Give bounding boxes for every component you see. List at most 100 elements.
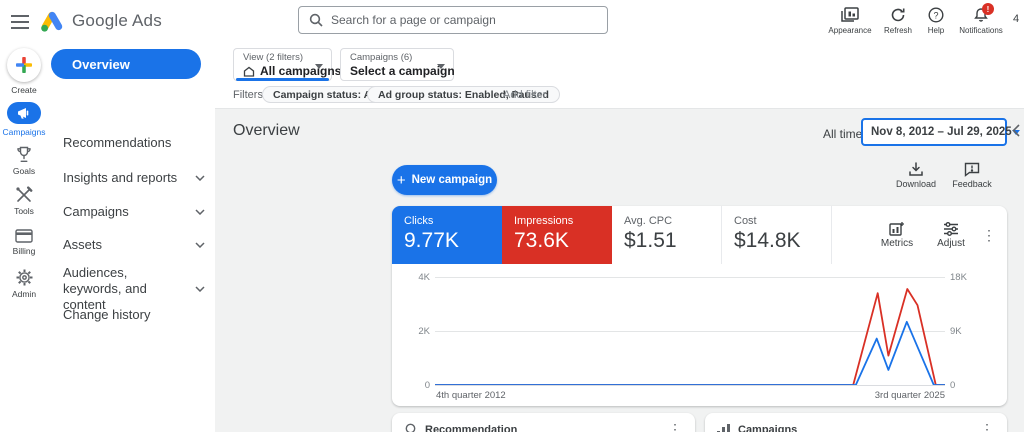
nav-item-overview[interactable]: Overview [51,49,201,79]
metric-card-cost[interactable]: Cost $14.8K [722,206,832,264]
campaigns-card[interactable]: Campaigns ⋮ [705,413,1007,432]
campaigns-megaphone-icon [7,102,41,124]
metrics-button[interactable]: Metrics [873,221,921,249]
feedback-button[interactable]: Feedback [950,162,994,189]
nav-recommendations-label: Recommendations [63,135,171,151]
right-axis-tick: 9K [950,326,962,337]
nav-item-assets[interactable]: Assets [63,237,205,253]
view-dropdown-value: All campaigns [260,64,341,78]
nav-item-change-history[interactable]: Change history [63,307,205,323]
recommendation-lightbulb-icon [404,423,417,432]
clicks-value: 9.77K [404,229,490,253]
refresh-icon [890,7,906,23]
download-label: Download [896,179,936,189]
nav-item-recommendations[interactable]: Recommendations [63,135,205,151]
create-plus-icon [7,48,41,82]
download-icon [908,162,924,177]
help-button[interactable]: ? Help [919,7,953,35]
adjust-button[interactable]: Adjust [927,221,975,249]
nav-assets-label: Assets [63,237,102,253]
nav-item-audiences-keywords-content[interactable]: Audiences, keywords, and content [63,265,205,313]
nav-change-history-label: Change history [63,307,150,323]
page-title: Overview [233,122,300,140]
home-icon [243,66,255,77]
metric-card-avg-cpc[interactable]: Avg. CPC $1.51 [612,206,722,264]
notifications-icon: ! [973,7,989,23]
menu-icon[interactable] [10,12,30,32]
chevron-down-icon [195,242,205,248]
metric-card-clicks[interactable]: Clicks 9.77K [392,206,502,264]
impressions-value: 73.6K [514,229,600,253]
campaign-dropdown-label: Campaigns (6) [350,52,427,63]
collapse-panel-icon[interactable] [1012,124,1020,137]
nav-item-insights-and-reports[interactable]: Insights and reports [63,170,205,186]
appearance-button[interactable]: Appearance [827,7,873,35]
feedback-icon [964,162,980,177]
campaigns-chart-icon [717,424,730,432]
main-content: Overview All time Nov 8, 2012 – Jul 29, … [215,108,1024,432]
goals-trophy-icon [15,146,33,163]
secondary-nav: Overview Recommendations Insights and re… [48,44,215,432]
chevron-down-icon [195,175,205,181]
date-range-preset[interactable]: All time [823,127,862,141]
rail-item-goals[interactable]: Goals [0,146,48,176]
refresh-button[interactable]: Refresh [877,7,919,35]
x-axis-label-end: 3rd quarter 2025 [435,390,945,401]
series-line-clicks [435,322,945,385]
recommendation-card[interactable]: Recommendation ⋮ [392,413,695,432]
download-button[interactable]: Download [894,162,938,189]
metrics-label: Metrics [881,238,913,249]
card-overflow-menu-icon[interactable]: ⋮ [981,227,997,244]
left-axis-tick: 4K [400,272,430,283]
avg-cpc-label: Avg. CPC [624,215,709,227]
tools-icon [15,186,33,203]
nav-campaigns-label: Campaigns [63,204,129,220]
rail-item-campaigns[interactable]: Campaigns [0,102,48,137]
adjust-sliders-icon [943,221,959,236]
adjust-label: Adjust [937,238,965,249]
nav-audiences-label: Audiences, keywords, and content [63,265,185,313]
top-bar: Google Ads Appearance [0,0,1024,44]
refresh-label: Refresh [884,26,912,35]
dropdown-caret-icon [315,64,323,69]
notifications-badge: ! [982,3,994,15]
rail-item-billing[interactable]: Billing [0,229,48,256]
cost-value: $14.8K [734,229,819,253]
new-campaign-button[interactable]: + New campaign [392,165,497,195]
help-label: Help [928,26,944,35]
series-line-impressions [435,289,945,385]
rail-goals-label: Goals [13,166,35,176]
nav-item-campaigns[interactable]: Campaigns [63,204,205,220]
view-dropdown[interactable]: View (2 filters) All campaigns [233,48,332,81]
rail-item-create[interactable]: Create [0,48,48,95]
metric-card-impressions[interactable]: Impressions 73.6K [502,206,612,264]
search-input[interactable] [331,13,581,27]
campaign-dropdown[interactable]: Campaigns (6) Select a campaign [340,48,454,81]
plus-icon: + [397,173,406,188]
billing-card-icon [15,229,33,243]
global-search[interactable] [298,6,608,34]
card-overflow-menu-icon[interactable]: ⋮ [667,421,683,432]
google-ads-logo[interactable]: Google Ads [40,9,162,33]
rail-item-tools[interactable]: Tools [0,186,48,216]
left-axis-tick: 2K [400,326,430,337]
add-filter-button[interactable]: Add filter [503,89,546,101]
gridline [435,385,945,386]
campaigns-card-title: Campaigns [738,424,971,432]
overview-chart: 4K 2K 0 18K 9K 0 4th quarter 2012 3rd qu… [392,264,1007,406]
impressions-label: Impressions [514,215,600,227]
google-ads-logo-icon [40,9,64,33]
svg-text:?: ? [933,10,938,20]
cost-label: Cost [734,215,819,227]
chevron-down-icon [195,209,205,215]
metrics-icon [889,221,905,236]
notifications-button[interactable]: ! Notifications [955,7,1007,35]
chevron-down-icon [195,286,205,292]
dropdown-caret-icon [437,64,445,69]
card-overflow-menu-icon[interactable]: ⋮ [979,421,995,432]
rail-item-admin[interactable]: Admin [0,269,48,299]
date-range-selector[interactable]: Nov 8, 2012 – Jul 29, 2025 [861,118,1007,146]
rail-campaigns-label: Campaigns [3,127,46,137]
avg-cpc-value: $1.51 [624,229,709,253]
notifications-label: Notifications [959,26,1003,35]
